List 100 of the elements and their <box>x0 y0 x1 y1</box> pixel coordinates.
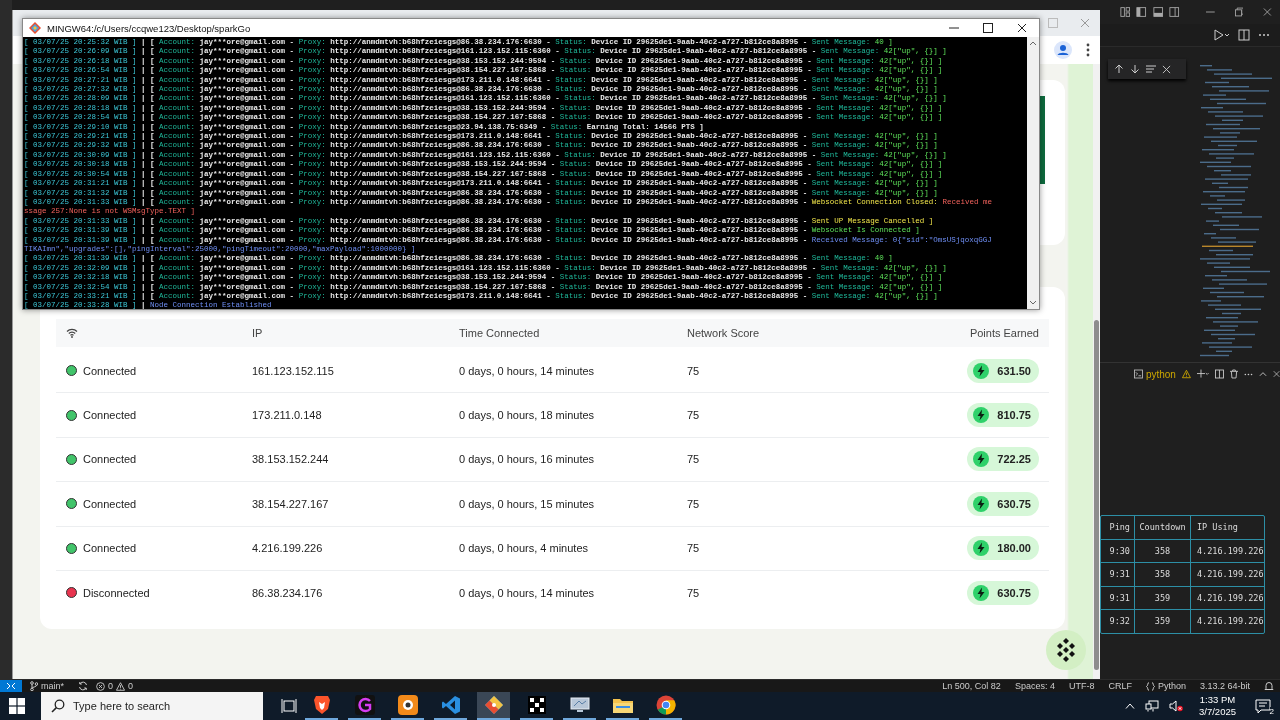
lines-icon[interactable] <box>1146 64 1156 74</box>
time-connected: 0 days, 0 hours, 14 minutes <box>459 586 595 599</box>
branch-button[interactable]: main* <box>30 681 64 691</box>
search-icon <box>51 699 65 713</box>
git-bash-icon <box>29 22 41 34</box>
run-icon[interactable] <box>1214 29 1230 41</box>
split-icon[interactable] <box>1215 369 1225 379</box>
column-header: Points Earned <box>969 327 1039 339</box>
layout-icon[interactable] <box>1120 6 1131 18</box>
close-icon[interactable] <box>1017 23 1027 33</box>
network-score: 75 <box>687 409 700 422</box>
sidebar-icon[interactable] <box>1136 6 1147 18</box>
status-item[interactable]: UTF-8 <box>1068 681 1095 691</box>
clock-date[interactable]: 3/7/2025 <box>1199 706 1236 718</box>
table-cell: 9:30 <box>1101 539 1135 562</box>
time-connected: 0 days, 0 hours, 15 minutes <box>459 497 595 510</box>
time-connected: 0 days, 0 hours, 14 minutes <box>459 364 595 377</box>
network-score: 75 <box>687 453 700 466</box>
terminal-icon <box>1134 369 1143 379</box>
column-header: IP <box>252 327 263 339</box>
braces-icon <box>1145 681 1155 691</box>
diamond-grid-icon <box>1056 638 1076 662</box>
taskbar-app[interactable] <box>391 692 424 720</box>
windows-start-icon[interactable] <box>9 698 25 714</box>
g-logo-icon <box>354 695 375 715</box>
points-badge: 722.25 <box>967 447 1039 472</box>
warning-icon <box>116 681 126 691</box>
time-connected: 0 days, 0 hours, 18 minutes <box>459 409 595 422</box>
terminal-tab[interactable]: python <box>1145 368 1176 380</box>
sync-icon[interactable] <box>78 681 88 691</box>
table-cell: 359 <box>1135 610 1191 633</box>
lion-shield-icon <box>312 695 331 715</box>
table-cell-text: 4.216.199.226 <box>1196 544 1264 558</box>
chrome-icon <box>655 695 676 715</box>
points-badge: 180.00 <box>967 536 1039 561</box>
arrow-down-icon[interactable] <box>1130 64 1140 74</box>
ip-address: 4.216.199.226 <box>252 542 323 555</box>
wifi-icon <box>66 328 78 338</box>
lightning-icon <box>973 362 990 379</box>
more-icon[interactable] <box>1244 372 1253 376</box>
status-text: Connected <box>83 453 137 466</box>
message-icon <box>1255 698 1271 714</box>
status-item[interactable]: Ln 500, Col 82 <box>942 681 1001 691</box>
maximize-icon[interactable] <box>983 23 993 33</box>
warning-icon <box>1181 369 1191 379</box>
table-cell-text: 4.216.199.226 <box>1196 568 1264 582</box>
trash-icon[interactable] <box>1230 369 1239 379</box>
restore-icon[interactable] <box>1234 7 1244 17</box>
language-button[interactable]: Python <box>1145 681 1186 691</box>
speaker-muted-icon[interactable] <box>1169 700 1183 712</box>
ip-address: 161.123.152.115 <box>252 364 334 377</box>
ip-address: 86.38.234.176 <box>252 586 323 599</box>
monitor-icon <box>569 696 590 714</box>
ip-address: 38.153.152.244 <box>252 453 329 466</box>
arrow-up-icon[interactable] <box>1114 64 1124 74</box>
lightning-icon <box>973 407 990 424</box>
network-icon[interactable] <box>1145 700 1159 712</box>
branch-icon <box>30 681 38 691</box>
split-editor-icon[interactable] <box>1238 29 1250 41</box>
scrollbar[interactable] <box>1027 37 1039 309</box>
profile-icon[interactable] <box>1054 41 1072 59</box>
camera-app-icon <box>397 695 418 715</box>
folder-icon <box>612 697 633 713</box>
diamond-app-icon <box>483 695 504 715</box>
scroll-up-icon[interactable] <box>1029 41 1037 46</box>
table-cell: 359 <box>1135 586 1191 609</box>
time-connected: 0 days, 0 hours, 4 minutes <box>459 542 588 555</box>
lightning-icon <box>973 540 990 557</box>
points-badge: 630.75 <box>967 580 1039 605</box>
more-icon[interactable] <box>1258 33 1270 37</box>
network-score: 75 <box>687 586 700 599</box>
table-cell: 9:31 <box>1101 563 1135 586</box>
split-icon[interactable] <box>1169 6 1180 18</box>
status-item[interactable]: CRLF <box>1108 681 1132 691</box>
panel-icon[interactable] <box>1152 6 1164 18</box>
status-text: Connected <box>83 409 137 422</box>
taskbar-app[interactable] <box>348 692 381 720</box>
table-cell: 9:32 <box>1101 610 1135 633</box>
clock-time[interactable]: 1:33 PM <box>1199 694 1236 706</box>
search-field[interactable]: Type here to search <box>41 692 263 720</box>
plus-icon[interactable] <box>1196 369 1210 379</box>
table-cell-text: 4.216.199.226 <box>1196 615 1264 629</box>
status-item[interactable]: Spaces: 4 <box>1014 681 1055 691</box>
notifications-button[interactable]: 2 <box>1252 696 1274 716</box>
more-icon[interactable] <box>1086 43 1090 57</box>
bell-icon[interactable] <box>1264 681 1274 691</box>
column-header: Ping <box>1101 516 1135 539</box>
status-item[interactable]: 3.13.2 64-bit <box>1199 681 1250 691</box>
problems-button[interactable]: 0 0 <box>96 681 134 691</box>
remote-button[interactable] <box>0 680 22 692</box>
time-connected: 0 days, 0 hours, 16 minutes <box>459 453 595 466</box>
task-view-icon[interactable] <box>281 699 297 713</box>
remote-icon <box>6 682 16 690</box>
table-cell: 9:31 <box>1101 586 1135 609</box>
points-badge: 631.50 <box>967 358 1039 383</box>
network-score: 75 <box>687 542 700 555</box>
column-header: Time Connected <box>459 327 540 339</box>
status-text: Connected <box>83 497 137 510</box>
status-text: Connected <box>83 542 137 555</box>
scroll-down-icon[interactable] <box>1029 300 1037 305</box>
